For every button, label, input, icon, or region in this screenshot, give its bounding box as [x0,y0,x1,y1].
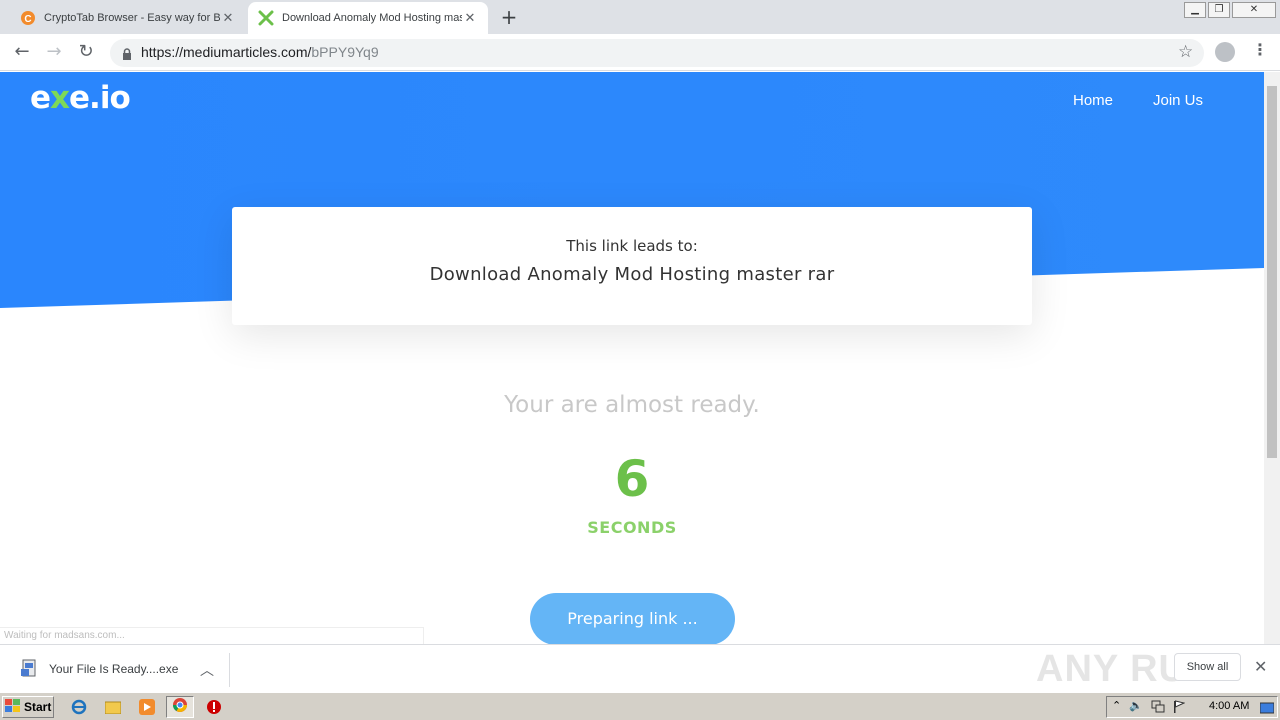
nav-home[interactable]: Home [1073,92,1113,109]
stop-icon[interactable] [205,698,223,716]
almost-ready-heading: Your are almost ready. [504,392,760,418]
internet-explorer-icon[interactable] [70,698,88,716]
show-all-button[interactable]: Show all [1174,653,1241,681]
network-icon[interactable] [1151,699,1165,718]
preparing-link-button[interactable]: Preparing link ... [530,593,735,644]
windows-taskbar: Start ⌃ 🔈 4:00 AM [0,692,1280,720]
media-player-icon[interactable] [138,698,156,716]
close-icon[interactable]: ✕ [462,10,478,26]
reload-icon[interactable]: ↻ [76,42,96,62]
url-path: bPPY9Yq9 [311,44,379,60]
site-logo[interactable]: exe.io [30,80,131,116]
card-title: Download Anomaly Mod Hosting master rar [429,264,835,285]
logo-x: x [50,80,70,116]
lock-icon [122,46,132,65]
card-label: This link leads to: [566,237,698,255]
minimize-button[interactable]: ▁ [1184,2,1206,18]
nav-join-us[interactable]: Join Us [1153,92,1203,109]
countdown-unit: SECONDS [587,518,677,537]
page-content: exe.io Home Join Us This link leads to: … [0,72,1264,644]
address-bar[interactable]: https://mediumarticles.com/bPPY9Yq9 ☆ [110,39,1204,67]
tab-title: CryptoTab Browser - Easy way for B [44,12,220,24]
profile-avatar[interactable] [1215,42,1235,62]
speaker-icon[interactable]: 🔈 [1129,699,1143,712]
exe-file-icon [20,659,38,681]
chevron-up-icon[interactable]: ⌃ [1112,699,1121,712]
scrollbar-thumb[interactable] [1267,86,1277,458]
more-menu-icon[interactable]: ⋮ [1252,40,1268,59]
page-scrollbar[interactable] [1264,72,1280,644]
tab-download[interactable]: Download Anomaly Mod Hosting mas ✕ [248,2,488,34]
status-bubble: Waiting for madsans.com... [0,627,424,644]
chrome-taskbar-button[interactable] [166,696,194,718]
forward-icon[interactable]: → [44,42,64,62]
system-tray: ⌃ 🔈 4:00 AM [1106,696,1278,718]
flag-icon[interactable] [1173,699,1186,718]
tab-title: Download Anomaly Mod Hosting mas [282,12,462,24]
cryptotab-icon: C [20,10,36,26]
new-tab-button[interactable]: + [498,6,520,28]
downloads-shelf: Your File Is Ready....exe ︿ ANY RUN Show… [0,644,1280,692]
tab-cryptotab[interactable]: C CryptoTab Browser - Easy way for B ✕ [10,2,246,34]
back-icon[interactable]: ← [12,42,32,62]
close-icon[interactable]: ✕ [220,10,236,26]
url-text: https://mediumarticles.com/bPPY9Yq9 [141,44,379,60]
start-label: Start [24,700,52,714]
clock: 4:00 AM [1209,700,1250,712]
windows-logo-icon [5,698,21,716]
exeio-icon [258,10,274,26]
restore-button[interactable]: ❐ [1208,2,1230,18]
window-close-button[interactable]: ✕ [1232,2,1276,18]
folder-icon[interactable] [104,698,122,716]
url-host: https://mediumarticles.com/ [141,44,312,60]
start-button[interactable]: Start [2,696,54,718]
countdown-number: 6 [614,450,650,508]
star-icon[interactable]: ☆ [1178,42,1193,62]
svg-text:C: C [24,14,31,25]
link-info-card: This link leads to: Download Anomaly Mod… [232,207,1032,325]
browser-toolbar: ← → ↻ https://mediumarticles.com/bPPY9Yq… [0,34,1280,71]
tab-strip: C CryptoTab Browser - Easy way for B ✕ D… [0,0,1280,34]
logo-prefix: e [30,80,51,116]
close-icon[interactable]: ✕ [1254,657,1267,676]
logo-suffix: e.io [69,80,131,116]
chevron-up-icon[interactable]: ︿ [200,660,214,680]
chrome-icon [172,697,188,717]
download-item[interactable]: Your File Is Ready....exe ︿ [14,653,230,687]
show-desktop-icon[interactable] [1259,700,1275,719]
download-file-name: Your File Is Ready....exe [49,662,179,676]
